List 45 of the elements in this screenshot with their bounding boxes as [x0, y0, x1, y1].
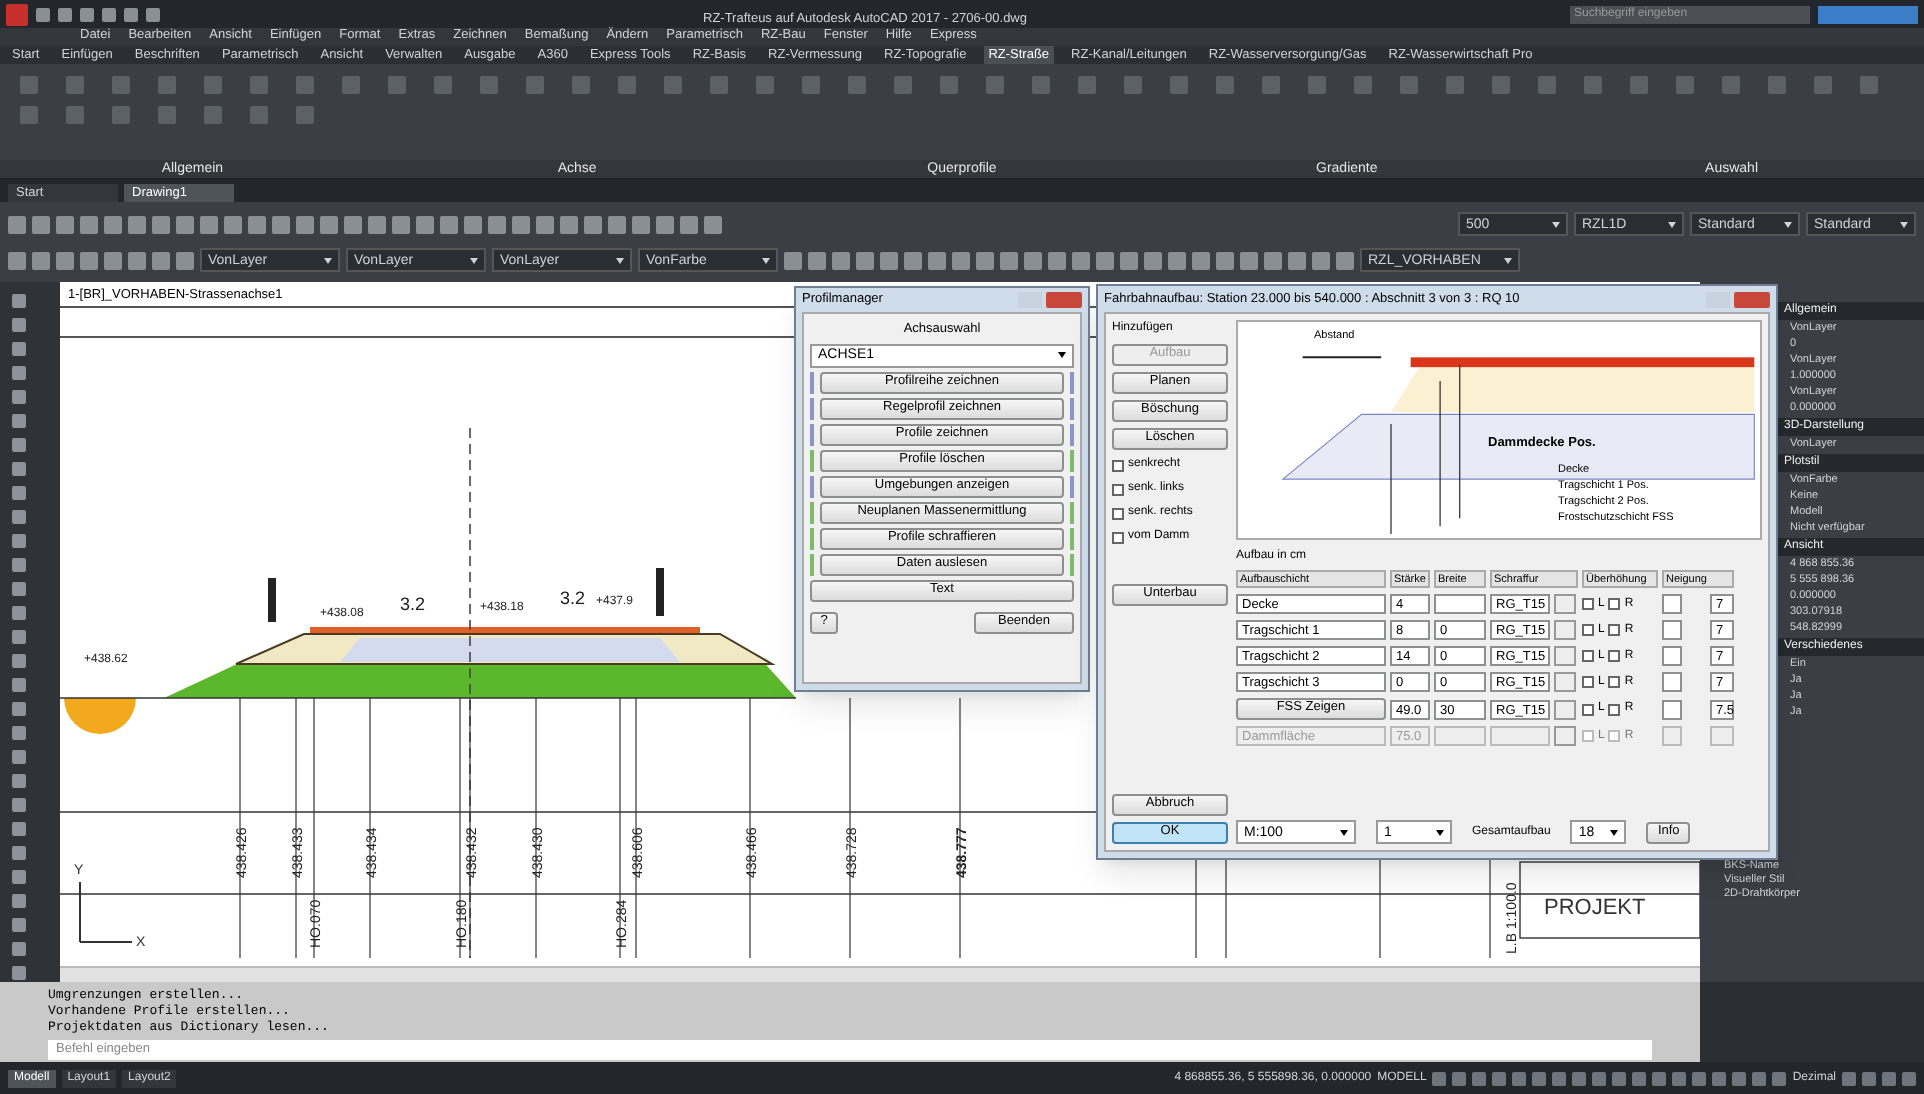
table-field[interactable] — [1710, 726, 1734, 746]
checkbox[interactable] — [1582, 676, 1594, 688]
caret-icon — [1552, 221, 1560, 227]
checkbox[interactable] — [1112, 531, 1124, 543]
caret-icon — [616, 257, 624, 263]
caret-icon — [1340, 829, 1348, 835]
slope-label: 3.2 — [400, 594, 426, 614]
checkbox[interactable] — [1608, 598, 1621, 610]
table-field[interactable] — [1434, 594, 1486, 614]
browse-button[interactable] — [1554, 620, 1576, 640]
caret-icon — [1610, 829, 1619, 835]
browse-button[interactable] — [1554, 672, 1576, 692]
browse-button[interactable] — [1554, 726, 1576, 746]
caret-icon — [1900, 221, 1908, 227]
checkbox[interactable] — [1582, 650, 1594, 662]
caret-icon — [1668, 221, 1676, 227]
checkbox[interactable] — [1608, 650, 1621, 662]
stamp-label: PROJEKT — [1544, 896, 1646, 920]
checkbox[interactable] — [1582, 624, 1594, 636]
browse-button[interactable] — [1554, 646, 1576, 666]
marker-post-icon — [656, 568, 664, 616]
table-field[interactable] — [1434, 726, 1486, 746]
marker-post-icon — [268, 578, 276, 622]
browse-button[interactable] — [1554, 594, 1576, 614]
caret-icon — [1436, 829, 1444, 835]
caret-icon — [324, 257, 332, 263]
browse-button[interactable] — [1554, 699, 1576, 719]
caret-icon — [1784, 221, 1792, 227]
horizontal-scrollbar[interactable] — [60, 966, 1700, 982]
checkbox[interactable] — [1112, 483, 1124, 495]
checkbox[interactable] — [1608, 703, 1621, 715]
caret-icon — [1058, 352, 1066, 359]
checkbox[interactable] — [1112, 507, 1124, 519]
checkbox[interactable] — [1582, 703, 1594, 715]
caret-icon — [762, 257, 770, 263]
checkbox[interactable] — [1608, 676, 1621, 688]
checkbox[interactable] — [1608, 624, 1621, 636]
caret-icon — [1504, 257, 1512, 263]
checkbox[interactable] — [1582, 598, 1594, 610]
caret-icon — [470, 257, 478, 263]
checkbox[interactable] — [1112, 459, 1124, 471]
close-button[interactable] — [1734, 291, 1770, 307]
slope-label: 3.2 — [560, 588, 586, 608]
table-field[interactable] — [1490, 726, 1550, 746]
app-logo-icon[interactable] — [6, 3, 28, 25]
